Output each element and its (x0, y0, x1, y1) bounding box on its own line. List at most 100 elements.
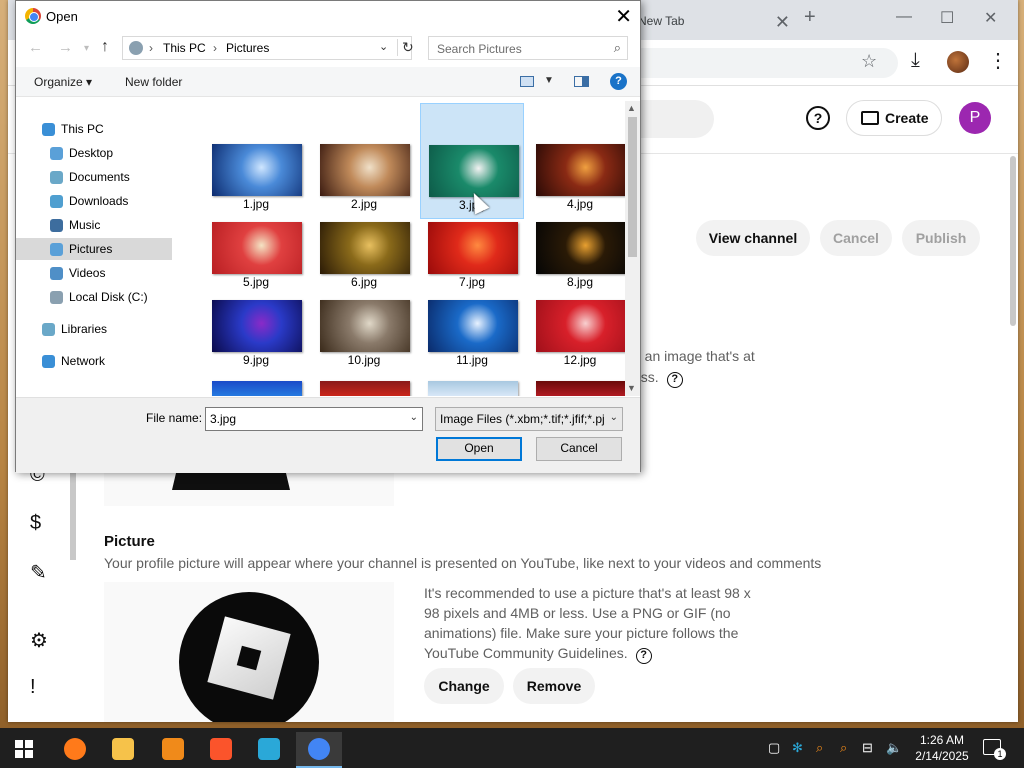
refresh-icon[interactable]: ↻ (397, 39, 414, 56)
monetization-icon[interactable]: $ (30, 512, 41, 535)
brave-taskbar-button[interactable] (198, 732, 244, 768)
publish-button[interactable]: Publish (902, 220, 980, 256)
file-thumbnail[interactable]: 9.jpg (204, 295, 308, 371)
tray-search-icon[interactable]: ⌕ (840, 740, 847, 756)
download-icon[interactable]: ⤓ (911, 49, 920, 72)
sidebar-scrollbar[interactable] (70, 460, 76, 560)
nav-item[interactable]: Desktop (16, 142, 172, 164)
breadcrumb-pictures[interactable]: Pictures (226, 41, 269, 55)
scrollbar-thumb[interactable] (628, 117, 637, 257)
maximize-icon[interactable]: ☐ (940, 8, 954, 28)
nav-item[interactable]: Videos (16, 262, 172, 284)
dialog-cancel-button[interactable]: Cancel (536, 437, 622, 461)
view-channel-button[interactable]: View channel (696, 220, 810, 256)
nav-item[interactable]: Pictures (16, 238, 172, 260)
dialog-close-icon[interactable]: ✕ (615, 4, 632, 29)
search-app-taskbar-button[interactable] (150, 732, 196, 768)
chrome-taskbar-button[interactable] (296, 732, 342, 768)
file-name-input[interactable]: 3.jpg ⌄ (205, 407, 423, 431)
chevron-down-icon[interactable]: ▼ (544, 75, 554, 86)
view-options-icon[interactable] (520, 76, 534, 87)
file-thumbnail[interactable]: 11.jpg (420, 295, 524, 371)
remove-picture-button[interactable]: Remove (513, 668, 595, 704)
file-thumbnail[interactable]: 6.jpg (312, 217, 416, 293)
file-thumbnail[interactable] (428, 381, 518, 396)
back-arrow-icon[interactable]: ← (28, 39, 43, 56)
browser-tab[interactable]: New Tab ✕ (628, 6, 800, 40)
cancel-button[interactable]: Cancel (820, 220, 892, 256)
volume-muted-icon[interactable]: 🔈 (886, 740, 902, 756)
dialog-footer: File name: 3.jpg ⌄ Image Files (*.xbm;*.… (16, 397, 640, 473)
file-thumbnail[interactable]: 10.jpg (312, 295, 416, 371)
firefox-taskbar-button[interactable] (52, 732, 98, 768)
account-avatar[interactable]: P (959, 102, 991, 134)
window-close-icon[interactable]: ✕ (984, 8, 997, 28)
chrome-logo-icon (25, 8, 41, 24)
page-scrollbar[interactable] (1010, 156, 1016, 326)
tray-app-icon[interactable]: ✻ (792, 740, 803, 756)
address-breadcrumb[interactable]: › This PC › Pictures ⌄ ↻ (122, 36, 414, 60)
menu-kebab-icon[interactable]: ⋮ (988, 48, 1008, 73)
file-pane-scrollbar[interactable]: ▲ ▼ (625, 101, 640, 396)
file-type-select[interactable]: Image Files (*.xbm;*.tif;*.jfif;*.pj ⌄ (435, 407, 623, 431)
feedback-icon[interactable]: ! (30, 676, 36, 699)
file-thumbnail[interactable]: 8.jpg (528, 217, 626, 293)
address-bar[interactable] (628, 48, 898, 78)
chevron-down-icon[interactable]: ⌄ (609, 412, 618, 423)
file-thumbnail[interactable] (212, 381, 302, 396)
file-thumbnail[interactable]: 5.jpg (204, 217, 308, 293)
forward-arrow-icon[interactable]: → (58, 39, 73, 56)
file-thumbnail[interactable]: 1.jpg (204, 139, 308, 215)
scroll-up-icon[interactable]: ▲ (627, 103, 636, 113)
scroll-down-icon[interactable]: ▼ (627, 383, 636, 393)
banner-description-fragment: e an image that's at ess.? (633, 346, 755, 388)
file-thumbnail[interactable]: 4.jpg (528, 139, 626, 215)
new-folder-button[interactable]: New folder (125, 75, 182, 89)
nav-item[interactable]: Downloads (16, 190, 172, 212)
help-icon[interactable]: ? (635, 648, 652, 664)
settings-gear-icon[interactable]: ⚙ (30, 628, 48, 653)
nav-item[interactable]: Libraries (16, 318, 172, 340)
create-button[interactable]: Create (846, 100, 942, 136)
vscode-taskbar-button[interactable] (246, 732, 292, 768)
task-view-icon[interactable]: ▢ (768, 740, 780, 756)
chevron-down-icon[interactable]: ⌄ (379, 40, 388, 53)
search-input[interactable]: Search Pictures ⌕ (428, 36, 628, 60)
file-thumbnail[interactable] (320, 381, 410, 396)
file-name: 6.jpg (350, 275, 378, 289)
help-icon[interactable]: ? (806, 106, 830, 130)
file-thumbnail[interactable]: 12.jpg (528, 295, 626, 371)
up-arrow-icon[interactable]: ↑ (101, 38, 109, 56)
downloads-icon (50, 195, 63, 208)
profile-avatar[interactable] (947, 51, 969, 73)
help-icon[interactable]: ? (666, 372, 683, 388)
organize-button[interactable]: Organize ▾ (34, 75, 92, 89)
file-thumbnail[interactable] (536, 381, 626, 396)
windows-start-icon[interactable] (15, 740, 33, 758)
customization-icon[interactable]: ✎ (30, 560, 47, 585)
nav-item[interactable]: Local Disk (C:) (16, 286, 172, 308)
dialog-titlebar[interactable]: Open ✕ (16, 1, 640, 31)
file-explorer-taskbar-button[interactable] (100, 732, 146, 768)
chevron-down-icon[interactable]: ⌄ (410, 412, 418, 423)
nav-item[interactable]: Documents (16, 166, 172, 188)
breadcrumb-this-pc[interactable]: This PC (163, 41, 206, 55)
nav-item[interactable]: Music (16, 214, 172, 236)
network-icon[interactable]: ⊟ (862, 740, 873, 756)
tab-close-icon[interactable]: ✕ (775, 12, 790, 33)
file-thumbnail[interactable]: 2.jpg (312, 139, 416, 215)
bookmark-star-icon[interactable]: ☆ (861, 51, 877, 72)
minimize-icon[interactable]: — (896, 8, 912, 26)
preview-pane-icon[interactable] (574, 76, 589, 87)
clock[interactable]: 1:26 AM 2/14/2025 (912, 732, 972, 764)
dialog-help-icon[interactable]: ? (610, 73, 627, 90)
open-button[interactable]: Open (436, 437, 522, 461)
vscode-icon (258, 738, 280, 760)
nav-item[interactable]: This PC (16, 118, 172, 140)
change-picture-button[interactable]: Change (424, 668, 504, 704)
new-tab-button[interactable]: + (804, 6, 816, 29)
recent-locations-icon[interactable]: ▾ (84, 43, 89, 54)
tray-search-icon[interactable]: ⌕ (816, 740, 823, 756)
file-thumbnail[interactable]: 7.jpg (420, 217, 524, 293)
nav-item[interactable]: Network (16, 350, 172, 372)
